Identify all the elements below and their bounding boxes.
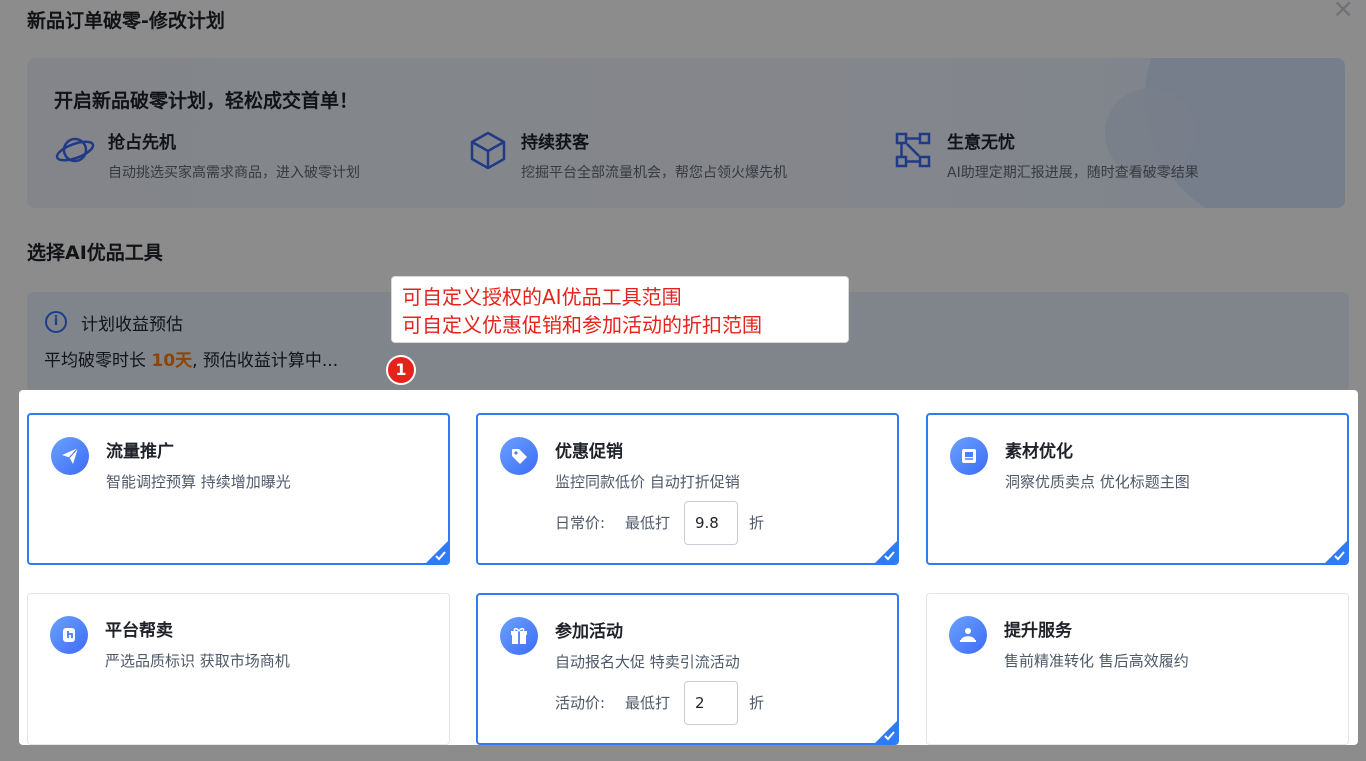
flow-icon <box>895 132 931 168</box>
discount-input[interactable] <box>684 681 738 725</box>
tool-card-promotion[interactable]: 优惠促销 监控同款低价 自动打折促销 日常价: 最低打 折 <box>476 413 899 565</box>
tool-title: 优惠促销 <box>555 442 623 462</box>
tool-desc: 严选品质标识 获取市场商机 <box>105 652 290 670</box>
discount-unit: 折 <box>749 694 765 712</box>
tool-card-campaign[interactable]: 参加活动 自动报名大促 特卖引流活动 活动价: 最低打 折 <box>476 593 899 745</box>
check-icon <box>1325 541 1347 563</box>
estimate-text: 平均破零时长 10天, 预估收益计算中... <box>44 346 338 371</box>
price-type-label: 日常价: <box>555 514 606 532</box>
cube-icon <box>470 131 506 170</box>
feature-title: 持续获客 <box>521 133 589 153</box>
annotation-line: 可自定义授权的AI优品工具范围 <box>402 285 682 309</box>
tool-title: 素材优化 <box>1005 442 1073 462</box>
feature-item: 持续获客 挖掘平台全部流量机会，帮您占领火爆先机 <box>467 128 867 188</box>
min-discount-label: 最低打 <box>625 694 671 712</box>
info-icon: i <box>45 311 67 333</box>
feature-desc: 自动挑选买家高需求商品，进入破零计划 <box>108 165 360 181</box>
min-discount-label: 最低打 <box>625 514 671 532</box>
tool-title: 流量推广 <box>106 442 174 462</box>
dialog-title: 新品订单破零-修改计划 <box>27 10 225 32</box>
tool-card-service[interactable]: 提升服务 售前精准转化 售后高效履约 <box>926 593 1349 745</box>
tool-card-traffic[interactable]: 流量推广 智能调控预算 持续增加曝光 <box>27 413 450 565</box>
hand-tap-icon <box>50 616 88 654</box>
annotation-line: 可自定义优惠促销和参加活动的折扣范围 <box>402 313 762 337</box>
discount-unit: 折 <box>749 514 765 532</box>
section-title: 选择AI优品工具 <box>27 242 163 264</box>
estimate-title: 计划收益预估 <box>81 315 183 335</box>
tool-card-material[interactable]: 素材优化 洞察优质卖点 优化标题主图 <box>926 413 1349 565</box>
feature-title: 生意无忧 <box>947 133 1015 153</box>
tool-title: 提升服务 <box>1004 621 1072 641</box>
tool-desc: 自动报名大促 特卖引流活动 <box>555 653 740 671</box>
check-icon <box>875 541 897 563</box>
feature-title: 抢占先机 <box>108 133 176 153</box>
planet-icon <box>55 137 95 163</box>
price-tag-icon <box>500 437 538 475</box>
gift-icon <box>500 617 538 655</box>
image-icon <box>950 437 988 475</box>
estimate-prefix: 平均破零时长 <box>44 351 152 371</box>
estimate-suffix: , 预估收益计算中... <box>192 351 339 371</box>
check-icon <box>426 541 448 563</box>
step-badge: 1 <box>386 355 416 385</box>
feature-item: 抢占先机 自动挑选买家高需求商品，进入破零计划 <box>54 128 454 188</box>
banner-heading: 开启新品破零计划，轻松成交首单！ <box>54 90 359 112</box>
check-icon <box>875 721 897 743</box>
intro-banner: 开启新品破零计划，轻松成交首单！ 抢占先机 自动挑选买家高需求商品，进入破零计划… <box>27 58 1345 208</box>
tool-title: 平台帮卖 <box>105 621 173 641</box>
service-bell-icon <box>949 616 987 654</box>
tool-card-platform-sell[interactable]: 平台帮卖 严选品质标识 获取市场商机 <box>27 593 450 745</box>
paper-plane-icon <box>51 437 89 475</box>
feature-desc: AI助理定期汇报进展，随时查看破零结果 <box>947 165 1199 181</box>
tool-desc: 售前精准转化 售后高效履约 <box>1004 652 1189 670</box>
feature-item: 生意无忧 AI助理定期汇报进展，随时查看破零结果 <box>893 128 1313 188</box>
tool-desc: 智能调控预算 持续增加曝光 <box>106 473 291 491</box>
tool-desc: 监控同款低价 自动打折促销 <box>555 473 740 491</box>
annotation-callout: 可自定义授权的AI优品工具范围 可自定义优惠促销和参加活动的折扣范围 <box>391 276 849 343</box>
estimate-days: 10天 <box>151 351 193 371</box>
price-type-label: 活动价: <box>555 694 606 712</box>
discount-input[interactable] <box>684 501 738 545</box>
close-icon[interactable]: × <box>1332 0 1354 24</box>
tool-title: 参加活动 <box>555 622 623 642</box>
tool-desc: 洞察优质卖点 优化标题主图 <box>1005 473 1190 491</box>
tool-selection-panel: 流量推广 智能调控预算 持续增加曝光 优惠促销 监控同款低价 自动打折促销 日常… <box>19 390 1358 745</box>
feature-desc: 挖掘平台全部流量机会，帮您占领火爆先机 <box>521 165 787 181</box>
